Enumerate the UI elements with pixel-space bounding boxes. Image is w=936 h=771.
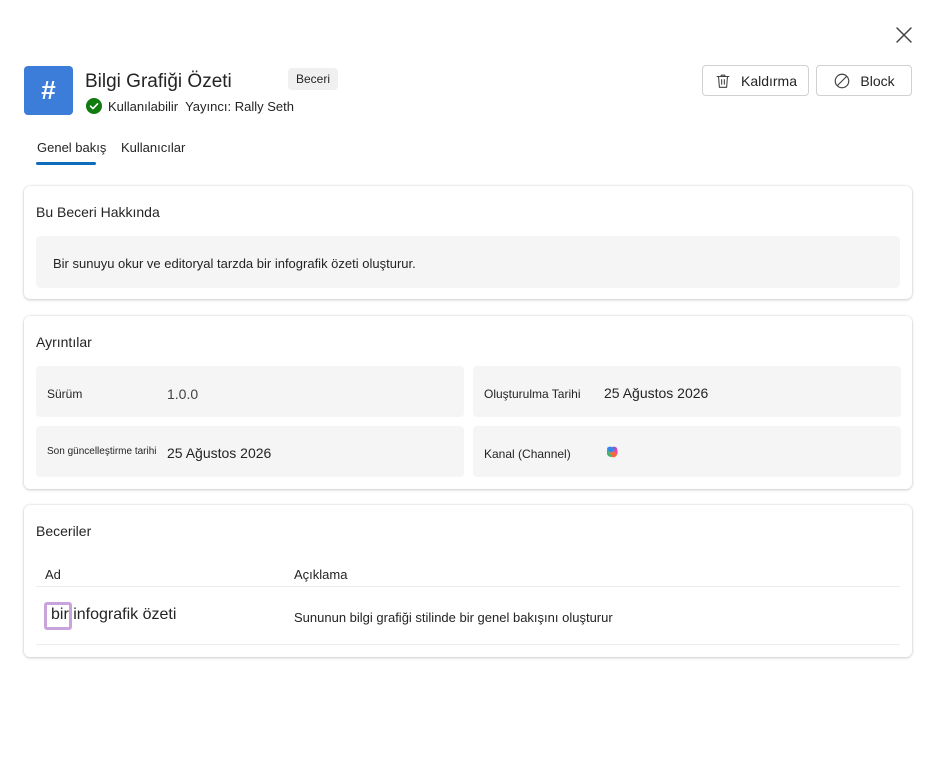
status-text: Kullanılabilir	[108, 98, 179, 114]
about-title: Bu Beceri Hakkında	[36, 204, 160, 220]
remove-button[interactable]: Kaldırma	[702, 65, 809, 96]
channel-label: Kanal (Channel)	[484, 447, 571, 461]
header-divider	[36, 586, 900, 587]
close-icon	[896, 27, 912, 43]
skill-name: bir infografik özeti	[51, 606, 177, 623]
channel-field: Kanal (Channel)	[473, 426, 901, 477]
about-card: Bu Beceri Hakkında Bir sunuyu okur ve ed…	[24, 186, 912, 299]
block-button[interactable]: Block	[816, 65, 912, 96]
version-field: Sürüm 1.0.0	[36, 366, 464, 417]
row-divider	[36, 644, 900, 645]
table-row[interactable]: bir infografik özeti	[44, 602, 176, 630]
about-description: Bir sunuyu okur ve editoryal tarzda bir …	[36, 236, 900, 288]
tab-users[interactable]: Kullanıcılar	[121, 140, 185, 155]
updated-value: 25 Ağustos 2026	[167, 445, 272, 461]
details-title: Ayrıntılar	[36, 334, 92, 350]
selected-tab-indicator	[36, 162, 96, 165]
column-header-name[interactable]: Ad	[45, 567, 61, 582]
checkmark-circle-icon	[86, 98, 102, 114]
status-row: Kullanılabilir Yayıncı: Rally Seth	[86, 98, 294, 114]
block-button-label: Block	[860, 72, 895, 89]
page-title: Bilgi Grafiği Özeti	[85, 71, 232, 92]
trash-icon	[716, 74, 730, 88]
created-label: Oluşturulma Tarihi	[484, 387, 581, 401]
created-value: 25 Ağustos 2026	[604, 385, 709, 401]
block-icon	[835, 73, 850, 88]
tab-overview[interactable]: Genel bakış	[37, 140, 106, 155]
created-field: Oluşturulma Tarihi 25 Ağustos 2026	[473, 366, 901, 417]
copilot-icon	[607, 446, 618, 458]
version-value: 1.0.0	[167, 386, 199, 402]
skills-title: Beceriler	[36, 523, 92, 539]
updated-label: Son güncelleştirme tarihi	[47, 446, 157, 457]
skill-description: Sununun bilgi grafiği stilinde bir genel…	[294, 610, 613, 625]
details-card: Ayrıntılar Sürüm 1.0.0 Oluşturulma Tarih…	[24, 316, 912, 489]
type-badge: Beceri	[288, 68, 339, 90]
column-header-description[interactable]: Açıklama	[294, 567, 347, 582]
app-icon: #	[24, 66, 73, 115]
updated-field: Son güncelleştirme tarihi 25 Ağustos 202…	[36, 426, 464, 477]
remove-button-label: Kaldırma	[740, 72, 798, 89]
publisher-text: Yayıncı: Rally Seth	[185, 98, 294, 114]
close-button[interactable]	[892, 23, 916, 47]
skills-card: Beceriler Ad Açıklama bir infografik öze…	[24, 505, 912, 657]
version-label: Sürüm	[47, 387, 83, 401]
